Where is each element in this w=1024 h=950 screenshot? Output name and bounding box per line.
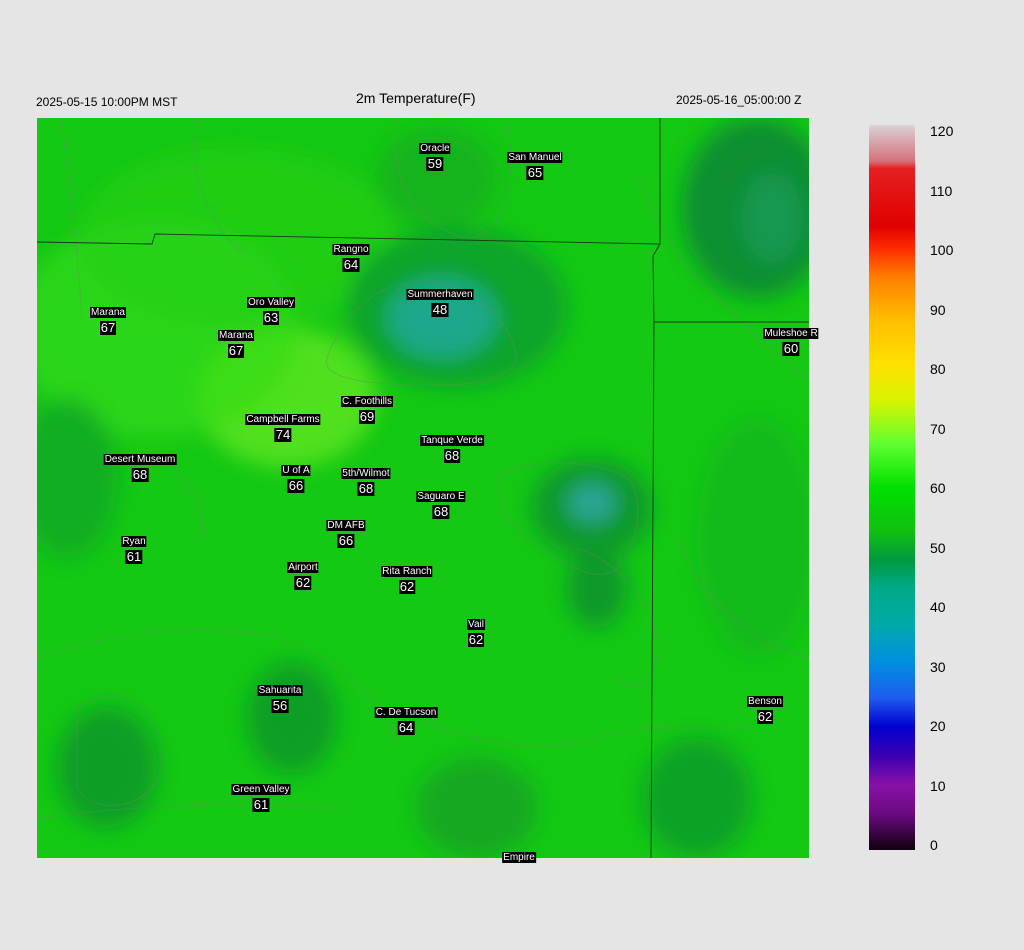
station-temperature: 68 (432, 504, 450, 519)
station-temperature: 64 (342, 257, 360, 272)
station-temperature: 68 (443, 448, 461, 463)
color-scale-tick: 0 (930, 837, 938, 853)
station-name: Vail (467, 619, 485, 630)
station-name: Sahuarita (257, 685, 303, 696)
station-label: C. Foothills 69 (340, 391, 394, 424)
station-name: Tanque Verde (420, 435, 484, 446)
station-name: Marana (90, 307, 126, 318)
station-label: Campbell Farms 74 (245, 409, 321, 442)
station-name: San Manuel (507, 152, 563, 163)
station-name: Benson (747, 696, 783, 707)
color-scale-tick: 50 (930, 539, 946, 556)
station-temperature: 66 (337, 533, 355, 548)
station-name: Oracle (419, 143, 451, 154)
station-temperature: 67 (227, 343, 245, 358)
station-temperature: 61 (252, 797, 270, 812)
map-title: 2m Temperature(F) (356, 90, 476, 106)
station-label: Ryan 61 (121, 531, 147, 564)
station-label: Vail 62 (467, 614, 485, 647)
station-temperature: 62 (756, 709, 774, 724)
station-label: Benson 62 (747, 691, 783, 724)
utc-time: 2025-05-16_05:00:00 Z (676, 93, 802, 107)
color-scale-tick: 20 (930, 718, 946, 734)
station-temperature: 68 (357, 481, 375, 496)
station-name: Rangno (332, 244, 370, 255)
station-name: Rita Ranch (381, 566, 433, 577)
station-name: Desert Museum (103, 454, 177, 465)
station-temperature: 60 (782, 341, 800, 356)
station-name: Saguaro E (416, 491, 466, 502)
color-scale-tick: 80 (930, 361, 946, 377)
station-name: Oro Valley (247, 297, 295, 308)
color-scale-tick: 30 (930, 658, 946, 675)
station-label: Rangno 64 (332, 239, 370, 272)
station-temperature: 69 (358, 409, 376, 424)
station-name: Campbell Farms (245, 414, 321, 425)
station-name: C. Foothills (340, 396, 394, 407)
station-name: Empire (502, 852, 536, 863)
station-name: C. De Tucson (374, 707, 438, 718)
station-temperature: 63 (262, 310, 280, 325)
station-name: Airport (287, 562, 319, 573)
station-name: U of A (281, 465, 311, 476)
station-label: Empire (502, 847, 536, 865)
station-label: Marana 67 (90, 302, 126, 335)
station-temperature: 67 (99, 320, 117, 335)
station-temperature: 61 (125, 549, 143, 564)
station-name: Marana (218, 330, 254, 341)
station-label: 5th/Wilmot 68 (341, 463, 391, 496)
station-name: Muleshoe R (763, 328, 819, 339)
color-scale-tick: 110 (930, 182, 953, 199)
station-label: Oracle 59 (419, 138, 451, 171)
station-temperature: 62 (398, 579, 416, 594)
station-label: Green Valley 61 (231, 779, 291, 812)
station-label: Saguaro E 68 (416, 486, 466, 519)
station-label: Summerhaven 48 (406, 284, 474, 317)
color-scale-tick: 10 (930, 777, 946, 794)
color-scale-tick: 100 (930, 242, 954, 258)
station-temperature: 64 (397, 720, 415, 735)
station-label: Marana 67 (218, 325, 254, 358)
station-name: DM AFB (326, 520, 366, 531)
station-label: Tanque Verde 68 (420, 430, 484, 463)
station-temperature: 62 (294, 575, 312, 590)
color-scale-tick: 60 (930, 480, 946, 496)
station-label: Muleshoe R 60 (763, 323, 819, 356)
station-name: Green Valley (231, 784, 291, 795)
station-label: DM AFB 66 (326, 515, 366, 548)
local-time: 2025-05-15 10:00PM MST (36, 95, 178, 109)
station-temperature: 66 (287, 478, 305, 493)
color-scale-tick: 40 (930, 599, 946, 615)
station-label: Rita Ranch 62 (381, 561, 433, 594)
color-scale-tick: 70 (930, 420, 946, 437)
station-label: C. De Tucson 64 (374, 702, 438, 735)
station-label: Oro Valley 63 (247, 292, 295, 325)
station-label: Airport 62 (287, 557, 319, 590)
color-scale-tick: 120 (930, 123, 954, 139)
station-temperature: 74 (274, 427, 292, 442)
station-temperature: 62 (467, 632, 485, 647)
station-label: U of A 66 (281, 460, 311, 493)
station-label: Sahuarita 56 (257, 680, 303, 713)
color-scale-tick: 90 (930, 301, 946, 318)
station-temperature: 56 (271, 698, 289, 713)
station-label: Desert Museum 68 (103, 449, 177, 482)
station-temperature: 68 (131, 467, 149, 482)
station-name: Ryan (121, 536, 147, 547)
station-label: San Manuel 65 (507, 147, 563, 180)
station-name: Summerhaven (406, 289, 474, 300)
station-temperature: 59 (426, 156, 444, 171)
station-name: 5th/Wilmot (341, 468, 391, 479)
station-temperature: 65 (526, 165, 544, 180)
color-scale-bar (869, 125, 915, 850)
station-temperature: 48 (431, 302, 449, 317)
